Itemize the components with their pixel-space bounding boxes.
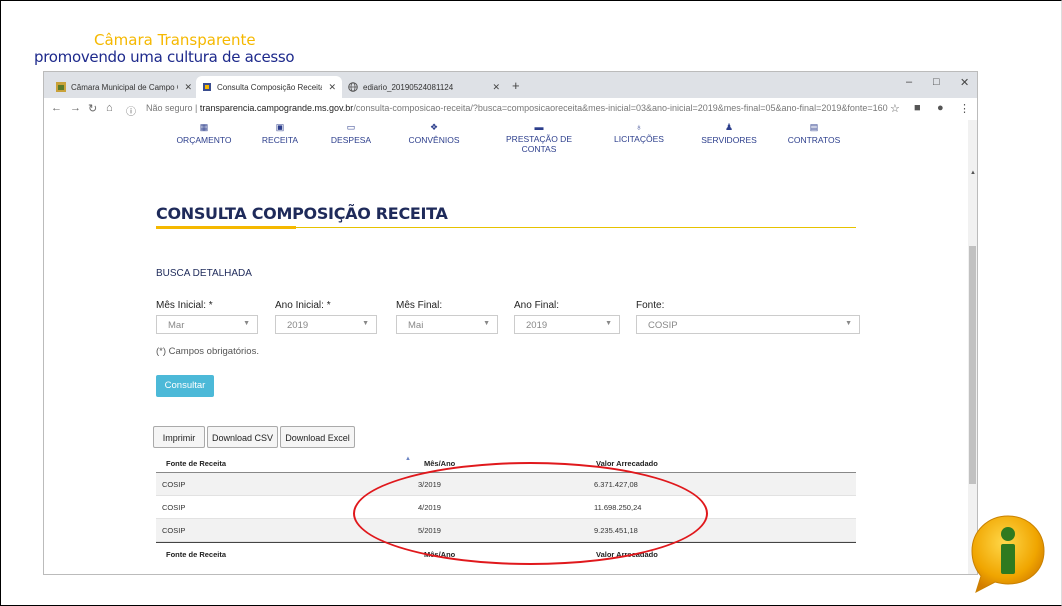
calculator-icon: ▦ <box>199 122 209 132</box>
nav-label: LICITAÇÕES <box>614 134 664 144</box>
nav-item-servidores[interactable]: ♟ SERVIDORES <box>699 122 759 145</box>
tab-close-icon[interactable]: ✕ <box>328 82 336 93</box>
download-csv-button[interactable]: Download CSV <box>207 426 278 448</box>
fonte-label: Fonte: <box>636 300 665 311</box>
scroll-up-arrow-icon[interactable]: ▲ <box>970 170 976 176</box>
tab-close-icon[interactable]: ✕ <box>492 82 500 93</box>
tab-camara[interactable]: Câmara Municipal de Campo Gr... ✕ <box>50 76 198 98</box>
nav-label: ORÇAMENTO <box>176 135 232 145</box>
chevron-down-icon: ▼ <box>483 320 490 327</box>
url-domain: transparencia.campogrande.ms.gov.br <box>199 103 354 113</box>
receipt-icon: ▣ <box>275 122 285 132</box>
info-circle-icon[interactable]: ⓘ <box>126 103 136 118</box>
nav-label: CONVÊNIOS <box>408 135 460 145</box>
slide-title: Câmara Transparente <box>94 31 256 49</box>
slide-subtitle: promovendo uma cultura de acesso <box>34 48 295 66</box>
nav-item-prestacao-contas[interactable]: ▬ PRESTAÇÃO DE CONTAS <box>489 122 589 154</box>
nav-item-convenios[interactable]: ❖ CONVÊNIOS <box>404 122 464 145</box>
cell-fonte: COSIP <box>162 503 186 512</box>
minimize-button[interactable]: – <box>906 76 912 88</box>
globe-icon <box>348 82 358 92</box>
reload-icon[interactable]: ↻ <box>88 102 97 115</box>
address-bar[interactable]: Não seguro | transparencia.campogrande.m… <box>146 103 888 113</box>
profile-icon[interactable]: ● <box>937 102 944 114</box>
briefcase-icon: ▬ <box>534 122 544 132</box>
cell-fonte: COSIP <box>162 526 186 535</box>
ano-final-select[interactable]: 2019 ▼ <box>514 315 620 334</box>
url-path: /consulta-composicao-receita/?busca=comp… <box>353 103 888 113</box>
back-icon[interactable]: ← <box>51 102 62 114</box>
tab-label: ediario_20190524081124 <box>363 82 454 92</box>
bookmark-star-icon[interactable]: ☆ <box>890 102 900 115</box>
nav-label: SERVIDORES <box>701 135 757 145</box>
cell-fonte: COSIP <box>162 480 186 489</box>
page-title: CONSULTA COMPOSIÇÃO RECEITA <box>156 204 448 223</box>
mes-final-select[interactable]: Mai ▼ <box>396 315 498 334</box>
forward-icon[interactable]: → <box>70 102 81 114</box>
title-accent-bar <box>156 226 296 229</box>
chevron-down-icon: ▼ <box>362 320 369 327</box>
fonte-select[interactable]: COSIP ▼ <box>636 315 860 334</box>
tab-consulta[interactable]: Consulta Composição Receita | T ✕ <box>196 76 342 98</box>
tab-ediario[interactable]: ediario_20190524081124 ✕ <box>342 76 506 98</box>
information-logo-icon <box>971 515 1045 594</box>
select-value: 2019 <box>526 320 548 331</box>
select-value: Mai <box>408 320 424 331</box>
tab-label: Consulta Composição Receita | T <box>217 82 323 92</box>
close-window-button[interactable]: ✕ <box>960 76 969 89</box>
gavel-icon: ♁ <box>635 122 643 132</box>
extension-icon[interactable]: ■ <box>914 102 921 114</box>
mes-inicial-select[interactable]: Mar ▼ <box>156 315 258 334</box>
tab-close-icon[interactable]: ✕ <box>184 82 192 93</box>
handshake-icon: ❖ <box>429 122 439 132</box>
download-excel-button[interactable]: Download Excel <box>280 426 355 448</box>
nav-item-despesa[interactable]: ▭ DESPESA <box>326 122 376 145</box>
tab-bar: Câmara Municipal de Campo Gr... ✕ Consul… <box>44 72 977 98</box>
tab-label: Câmara Municipal de Campo Gr... <box>71 82 178 92</box>
consultar-button[interactable]: Consultar <box>156 375 214 397</box>
col-header-fonte[interactable]: Fonte de Receita <box>166 459 226 468</box>
mes-final-label: Mês Final: <box>396 300 443 311</box>
nav-label: RECEITA <box>261 135 299 145</box>
nav-label: CONTRATOS <box>787 135 841 145</box>
ano-inicial-label: Ano Inicial: * <box>275 300 331 311</box>
home-icon[interactable]: ⌂ <box>106 102 113 114</box>
page-scrollbar[interactable]: ▲ <box>968 120 977 574</box>
nav-item-contratos[interactable]: ▤ CONTRATOS <box>784 122 844 145</box>
money-icon: ▭ <box>346 122 356 132</box>
nav-label: DESPESA <box>330 135 372 145</box>
transparencia-favicon-icon <box>203 83 211 91</box>
search-heading: BUSCA DETALHADA <box>156 268 252 279</box>
ano-final-label: Ano Final: <box>514 300 560 311</box>
maximize-button[interactable]: □ <box>933 76 940 88</box>
nav-item-receita[interactable]: ▣ RECEITA <box>255 122 305 145</box>
select-value: Mar <box>168 320 185 331</box>
select-value: 2019 <box>287 320 309 331</box>
ano-inicial-select[interactable]: 2019 ▼ <box>275 315 377 334</box>
chevron-down-icon: ▼ <box>605 320 612 327</box>
camara-favicon-icon <box>56 82 66 92</box>
col-footer-fonte: Fonte de Receita <box>166 550 227 559</box>
new-tab-button[interactable]: + <box>512 78 520 93</box>
security-label: Não seguro <box>146 103 193 113</box>
nav-item-licitacoes[interactable]: ♁ LICITAÇÕES <box>609 122 669 144</box>
nav-label: PRESTAÇÃO DE CONTAS <box>506 134 572 154</box>
nav-item-orcamento[interactable]: ▦ ORÇAMENTO <box>174 122 234 145</box>
main-nav: ▦ ORÇAMENTO ▣ RECEITA ▭ DESPESA ❖ CONVÊN… <box>44 120 968 160</box>
print-button[interactable]: Imprimir <box>153 426 205 448</box>
select-value: COSIP <box>648 320 678 331</box>
menu-dots-icon[interactable]: ⋮ <box>959 102 970 115</box>
required-note: (*) Campos obrigatórios. <box>156 346 259 357</box>
highlight-ellipse <box>353 462 708 565</box>
document-icon: ▤ <box>809 122 819 132</box>
chevron-down-icon: ▼ <box>845 320 852 327</box>
chevron-down-icon: ▼ <box>243 320 250 327</box>
sort-arrow-icon[interactable]: ▲ <box>405 456 411 462</box>
mes-inicial-label: Mês Inicial: * <box>156 300 213 311</box>
users-icon: ♟ <box>724 122 734 132</box>
browser-toolbar: ← → ↻ ⌂ ⓘ Não seguro | transparencia.cam… <box>44 98 977 121</box>
scrollbar-thumb[interactable] <box>969 246 976 484</box>
